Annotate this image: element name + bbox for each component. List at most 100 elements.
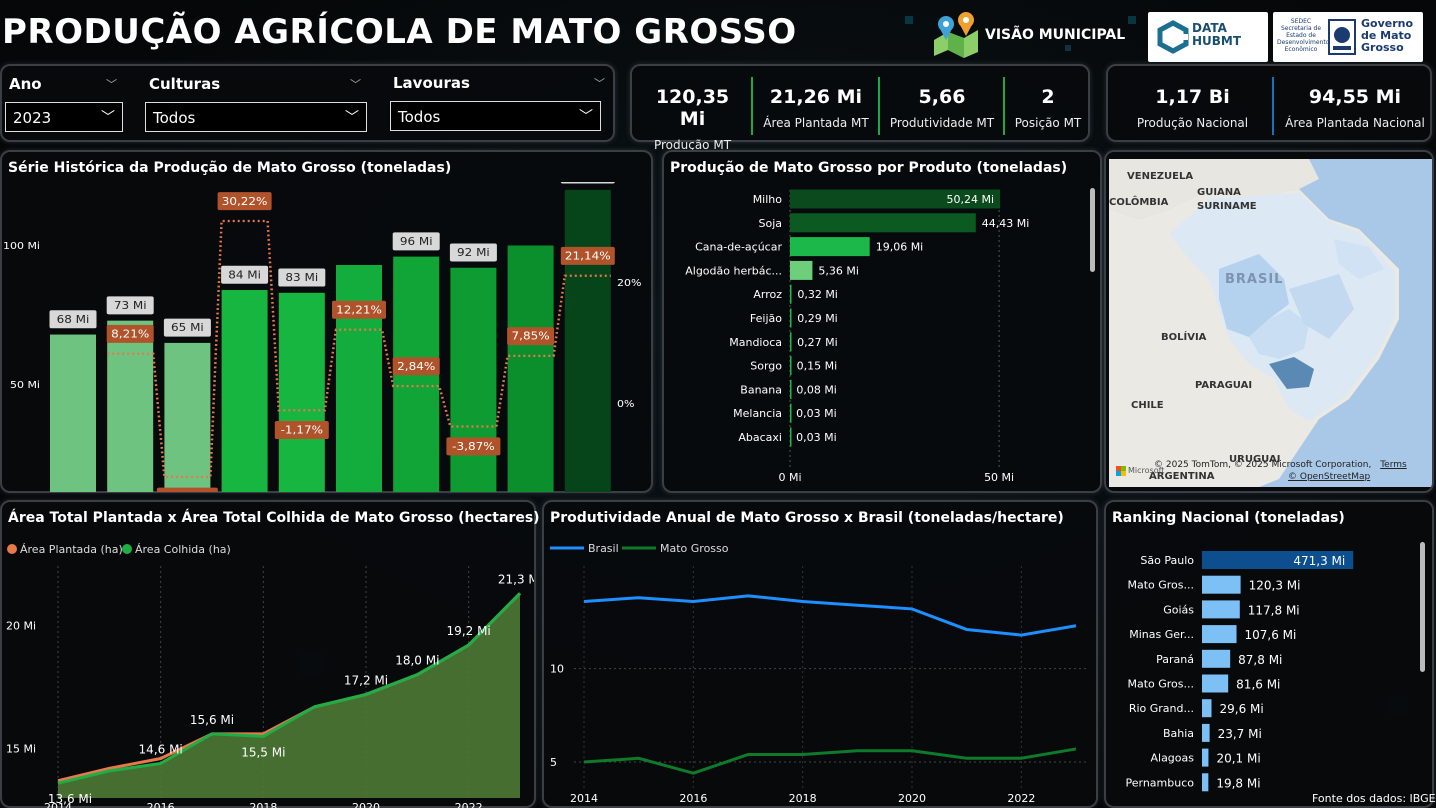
bar <box>790 260 813 280</box>
bar <box>790 213 976 233</box>
category-label: Cana-de-açúcar <box>695 241 782 254</box>
bar <box>1202 600 1240 619</box>
kpi-divider <box>751 77 753 135</box>
growth-label: 2,84% <box>397 359 435 372</box>
bar <box>1202 625 1237 644</box>
source-footer: Fonte dos dados: IBGE <box>1312 792 1436 805</box>
category-label: Minas Ger... <box>1129 628 1194 641</box>
bar-value-label: 73 Mi <box>114 299 147 312</box>
legend-label: Brasil <box>588 542 619 555</box>
category-label: Bahia <box>1163 727 1194 740</box>
category-label: Goiás <box>1163 603 1194 616</box>
x-tick-label: 2018 <box>249 801 277 808</box>
map-label: BRASIL <box>1225 272 1283 287</box>
kpi-divider <box>878 77 880 135</box>
point-label: 14,6 Mi <box>139 742 183 756</box>
bar-value-label: 83 Mi <box>285 271 318 284</box>
kpi-posicao-mt: 2 Posição MT <box>1008 86 1088 130</box>
x-tick-label: 2016 <box>147 801 175 808</box>
produtividade-panel: Produtividade Anual de Mato Grosso x Bra… <box>542 500 1098 808</box>
category-label: Paraná <box>1156 653 1194 666</box>
bar-value-label: 0,32 Mi <box>797 288 838 301</box>
map-label: COLÔMBIA <box>1109 195 1169 208</box>
chevron-down-icon[interactable]: ﹀ <box>594 75 605 91</box>
culturas-label: Culturas <box>149 75 221 93</box>
area-chart[interactable]: Área Plantada (ha) Área Colhida (ha)2014 2… <box>2 536 534 808</box>
category-label: Mandioca <box>729 336 782 349</box>
bar <box>1202 699 1212 718</box>
produtividade-chart[interactable]: Brasil Mato Grosso 5 10 2014 2016 2018 2020 2022 <box>544 536 1096 808</box>
point-label: 19,2 Mi <box>447 624 491 638</box>
visao-municipal-button[interactable]: VISÃO MUNICIPAL <box>930 10 1125 58</box>
bar-value-label: 68 Mi <box>57 312 90 325</box>
dropdown-arrow-icon: ﹀ <box>101 110 115 126</box>
map-label: CHILE <box>1131 400 1164 411</box>
bar <box>790 356 792 376</box>
bar-value-label: 44,43 Mi <box>982 217 1030 230</box>
kpi-label: Produção Nacional <box>1136 116 1249 130</box>
kpi-divider <box>1272 77 1274 135</box>
growth-label: -3,87% <box>452 440 495 453</box>
serie-historica-panel: Série Histórica da Produção de Mato Gros… <box>0 150 653 493</box>
y-tick-label: 10 <box>550 663 564 676</box>
point-label: 21,3 Mi <box>498 572 534 586</box>
lavouras-dropdown[interactable]: Todos ﹀ <box>390 101 601 131</box>
map-label: GUIANA <box>1197 187 1241 198</box>
bar <box>107 320 154 492</box>
bar <box>790 379 792 399</box>
scrollbar[interactable] <box>1090 188 1095 272</box>
growth-label: 21,14% <box>565 249 611 262</box>
bar <box>278 292 325 492</box>
kpi-label: Posição MT <box>1014 116 1082 130</box>
bar-value-label: 96 Mi <box>400 235 433 248</box>
x-tick-label: 2016 <box>679 792 707 805</box>
map-terms-link[interactable]: Terms <box>1380 460 1407 470</box>
serie-historica-chart[interactable]: 0 Mi50 Mi100 Mi40%20%0%-20%68 Mi73 Mi65 … <box>2 182 652 492</box>
brazil-map[interactable]: VENEZUELA GUIANA SURINAME COLÔMBIA BRASI… <box>1109 159 1433 487</box>
chevron-down-icon[interactable]: ﹀ <box>106 76 117 92</box>
bar <box>1202 773 1209 792</box>
category-label: Soja <box>758 217 782 230</box>
ranking-chart[interactable]: São Paulo 471,3 Mi Mato Gros... 120,3 Mi Goi… <box>1106 536 1422 808</box>
bar-value-label: 107,6 Mi <box>1245 628 1297 642</box>
kpi-value: 2 <box>1041 86 1055 108</box>
coat-of-arms-icon <box>1328 19 1356 55</box>
produto-chart[interactable]: 0 Mi 50 Mi Milho 50,24 Mi Soja 44,43 Mi Cana-d… <box>664 182 1100 492</box>
lavouras-value: Todos <box>398 108 441 126</box>
y-tick-label: 50 Mi <box>10 380 40 391</box>
bar-value-label: 471,3 Mi <box>1293 554 1345 568</box>
x-tick-label: 2022 <box>1007 792 1035 805</box>
growth-label: -1,17% <box>281 423 324 436</box>
kpi-divider <box>1003 77 1005 135</box>
governo-logo-text: Governo de Mato Grosso <box>1361 17 1414 54</box>
category-label: Arroz <box>753 288 782 301</box>
kpi-producao-nacional: 1,17 Bi Produção Nacional <box>1120 86 1265 130</box>
legend-label: Mato Grosso <box>660 542 729 555</box>
bar <box>790 308 792 328</box>
bar <box>790 237 870 257</box>
category-label: Alagoas <box>1150 752 1194 765</box>
chevron-down-icon[interactable]: ﹀ <box>350 76 361 92</box>
ranking-panel: Ranking Nacional (toneladas) São Paulo 47… <box>1104 500 1434 808</box>
ano-dropdown[interactable]: 2023 ﹀ <box>5 102 123 132</box>
logo-governo: SEDEC Secretaria de Estado de Desenvolvi… <box>1273 12 1423 62</box>
map-label: BOLÍVIA <box>1161 330 1207 343</box>
category-label: Melancia <box>733 407 782 420</box>
map-attribution-text: © 2025 TomTom, © 2025 Microsoft Corporat… <box>1154 460 1372 470</box>
bar-value-label: 84 Mi <box>228 268 261 281</box>
scrollbar[interactable] <box>1420 542 1425 672</box>
x-tick-label: 2014 <box>570 792 598 805</box>
kpi-area-nacional: 94,55 Mi Área Plantada Nacional <box>1280 86 1430 130</box>
bar <box>790 403 792 423</box>
category-label: São Paulo <box>1140 554 1194 567</box>
bar-value-label: 0,27 Mi <box>797 336 838 349</box>
ano-value: 2023 <box>13 109 52 127</box>
bar <box>564 189 611 492</box>
category-label: Milho <box>753 193 783 206</box>
growth-label: 12,21% <box>336 303 382 316</box>
bar-value-label: 0,15 Mi <box>797 360 838 373</box>
culturas-dropdown[interactable]: Todos ﹀ <box>145 102 367 132</box>
map-osm-link[interactable]: © OpenStreetMap <box>1288 472 1370 482</box>
category-label: Abacaxi <box>738 431 782 444</box>
bar <box>164 342 211 492</box>
